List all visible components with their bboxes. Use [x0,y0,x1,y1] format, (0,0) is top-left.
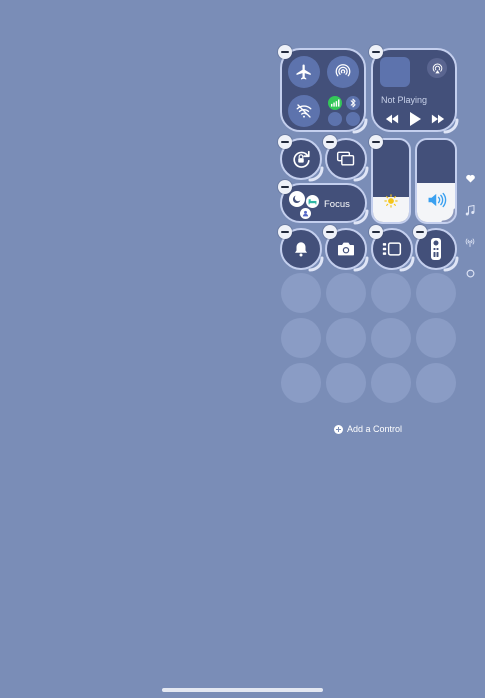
bed-icon [308,199,317,205]
album-art-placeholder [380,57,410,87]
circle-icon[interactable] [466,269,475,278]
heart-icon[interactable] [465,173,476,183]
remove-apple-tv-remote-button[interactable] [413,225,427,239]
focus-person-badge [300,208,311,219]
empty-control-slot[interactable] [371,363,411,403]
antenna-icon[interactable] [464,237,476,247]
resize-handle-icon[interactable] [441,208,457,224]
bluetooth-icon [350,98,356,108]
airplay-button[interactable] [427,58,447,78]
empty-control-slot[interactable] [416,273,456,313]
focus-bed-badge [306,195,319,208]
connectivity-extra-button-1[interactable] [328,112,342,126]
wifi-off-icon [296,104,312,118]
focus-label: Focus [324,199,350,210]
resize-handle-icon[interactable] [308,166,324,182]
empty-control-slot[interactable] [416,318,456,358]
empty-control-slot[interactable] [281,363,321,403]
connectivity-tile[interactable] [280,48,368,134]
resize-handle-icon[interactable] [443,118,459,134]
empty-control-slot[interactable] [371,273,411,313]
airplane-mode-button[interactable] [288,56,320,88]
control-center-edit-screen: Not Playing Focus Add a Control [0,0,485,698]
wifi-button[interactable] [288,95,320,127]
remove-camera-button[interactable] [323,225,337,239]
empty-control-slot[interactable] [371,318,411,358]
airdrop-button[interactable] [327,56,359,88]
play-icon[interactable] [409,112,421,126]
moon-icon [292,195,301,204]
cellular-button[interactable] [328,96,342,110]
resize-handle-icon[interactable] [353,256,369,272]
remove-focus-button[interactable] [278,180,292,194]
remove-silent-mode-button[interactable] [278,225,292,239]
stage-manager-icon [382,242,402,256]
airplay-icon [432,63,442,73]
now-playing-status: Not Playing [381,95,428,105]
resize-handle-icon[interactable] [353,166,369,182]
plus-circle-icon [334,424,343,434]
sun-icon [384,194,398,208]
empty-control-slot[interactable] [326,363,366,403]
cellular-icon [330,99,339,107]
speaker-icon [428,192,447,208]
resize-handle-icon[interactable] [443,256,459,272]
remove-connectivity-button[interactable] [278,45,292,59]
empty-control-slot[interactable] [416,363,456,403]
remote-icon [431,238,441,260]
focus-moon-badge [289,191,305,207]
empty-control-slot[interactable] [281,318,321,358]
add-control-button[interactable]: Add a Control [334,424,402,434]
bluetooth-button[interactable] [346,96,360,110]
volume-slider[interactable] [415,138,457,224]
empty-control-slot[interactable] [281,273,321,313]
remove-brightness-button[interactable] [369,135,383,149]
empty-control-slot[interactable] [326,318,366,358]
music-note-icon[interactable] [465,205,475,216]
resize-handle-icon[interactable] [399,256,415,272]
add-control-label: Add a Control [347,424,403,434]
airdrop-icon [335,64,351,77]
resize-handle-icon[interactable] [308,256,324,272]
focus-tile[interactable]: Focus [280,183,369,225]
person-icon [302,210,309,217]
empty-control-slot[interactable] [326,273,366,313]
remove-stage-manager-button[interactable] [369,225,383,239]
remove-screen-mirroring-button[interactable] [323,135,337,149]
resize-handle-icon[interactable] [353,209,369,225]
camera-icon [338,242,354,256]
airplane-icon [296,64,311,80]
rewind-icon[interactable] [385,114,399,124]
home-indicator[interactable] [162,688,323,692]
resize-handle-icon[interactable] [352,118,368,134]
brightness-slider[interactable] [371,138,411,224]
now-playing-tile[interactable]: Not Playing [371,48,459,134]
remove-rotation-lock-button[interactable] [278,135,292,149]
remove-now-playing-button[interactable] [369,45,383,59]
